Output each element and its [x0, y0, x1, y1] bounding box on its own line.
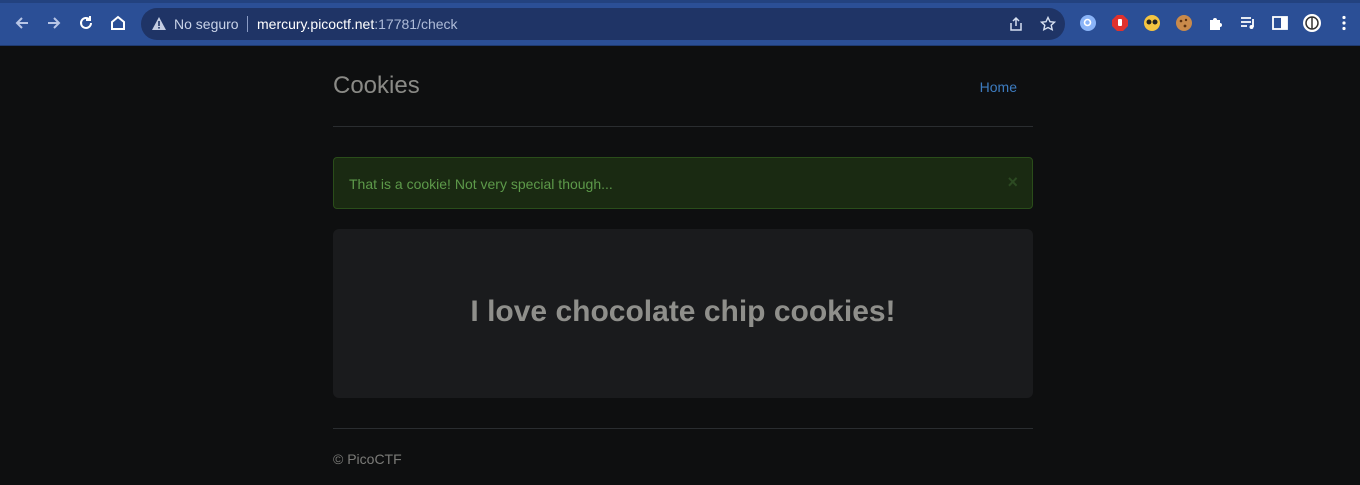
reload-icon — [80, 16, 92, 29]
tab-strip — [0, 0, 1360, 3]
adblock-icon — [1112, 15, 1128, 31]
extension-adblock[interactable] — [1110, 13, 1130, 33]
back-arrow-icon — [15, 17, 28, 29]
footer-copyright: © PicoCTF — [333, 451, 402, 467]
jumbotron-title: I love chocolate chip cookies! — [470, 295, 896, 328]
side-panel-button[interactable] — [1270, 13, 1290, 33]
extensions-button[interactable] — [1206, 13, 1226, 33]
jumbotron: I love chocolate chip cookies! — [333, 229, 1033, 398]
browser-menu-button[interactable] — [1334, 13, 1354, 33]
home-button[interactable] — [106, 11, 130, 35]
share-button[interactable] — [1007, 15, 1025, 33]
playlist-icon — [1241, 17, 1254, 29]
url-host: mercury.picoctf.net — [257, 16, 375, 32]
home-icon — [111, 15, 125, 30]
success-alert: That is a cookie! Not very special thoug… — [333, 157, 1033, 209]
extension-search[interactable] — [1078, 13, 1098, 33]
media-controls-button[interactable] — [1238, 13, 1258, 33]
back-button[interactable] — [10, 11, 34, 35]
address-bar[interactable]: No seguro mercury.picoctf.net:17781/chec… — [141, 8, 1065, 40]
security-status-label[interactable]: No seguro — [174, 16, 239, 32]
puzzle-icon — [1210, 18, 1222, 30]
browser-toolbar: No seguro mercury.picoctf.net:17781/chec… — [0, 0, 1360, 46]
site-header: Cookies Home — [333, 47, 1033, 127]
forward-button[interactable] — [42, 11, 66, 35]
close-icon[interactable]: × — [1007, 172, 1018, 193]
glasses-face-icon — [1144, 15, 1160, 31]
warning-icon[interactable] — [151, 16, 167, 32]
extension-face[interactable] — [1142, 13, 1162, 33]
site-brand: Cookies — [333, 72, 420, 99]
url-path: :17781/check — [374, 16, 458, 32]
reload-button[interactable] — [74, 11, 98, 35]
site-footer: © PicoCTF — [333, 428, 1033, 485]
side-panel-icon — [1272, 16, 1288, 30]
forward-arrow-icon — [48, 17, 61, 29]
url-text[interactable]: mercury.picoctf.net:17781/check — [257, 16, 458, 32]
page-container: Cookies Home That is a cookie! Not very … — [333, 47, 1033, 467]
star-icon — [1040, 16, 1056, 32]
address-separator — [247, 16, 248, 32]
cookie-icon — [1176, 15, 1192, 31]
bookmark-button[interactable] — [1039, 15, 1057, 33]
avatar-icon — [1303, 14, 1321, 32]
alert-message: That is a cookie! Not very special thoug… — [349, 176, 613, 192]
nav-home-link[interactable]: Home — [980, 79, 1017, 95]
search-extension-icon — [1080, 15, 1096, 31]
extension-cookie[interactable] — [1174, 13, 1194, 33]
profile-button[interactable] — [1302, 13, 1322, 33]
share-icon — [1010, 16, 1022, 31]
kebab-menu-icon — [1342, 15, 1346, 31]
